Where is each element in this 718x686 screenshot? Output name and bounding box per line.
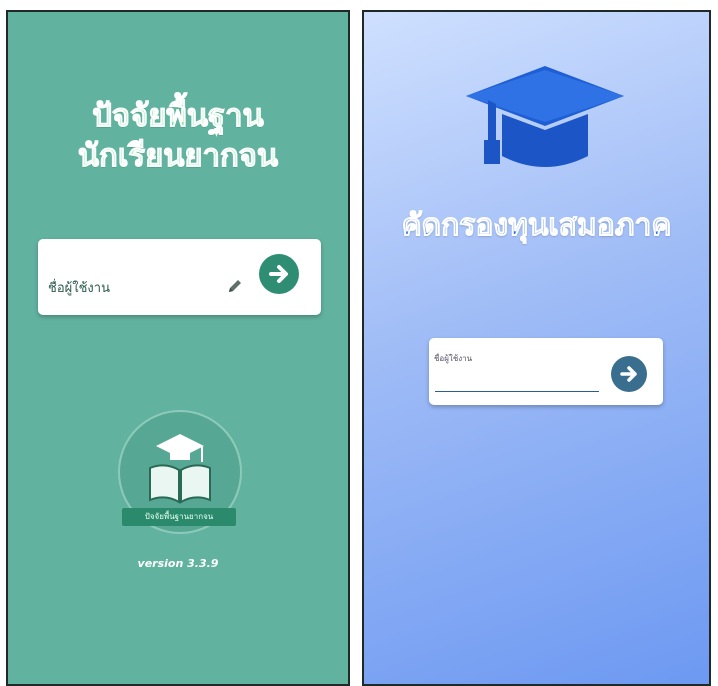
username-input[interactable] — [435, 391, 599, 392]
app-title-line1: ปัจจัยพื้นฐาน — [92, 98, 265, 135]
graduation-cap-icon — [460, 66, 630, 180]
login-card: ชื่อผู้ใช้งาน — [429, 338, 663, 405]
arrow-right-icon — [269, 265, 288, 283]
app-title: คัดกรองทุนเสมอภาค — [401, 208, 672, 244]
username-field[interactable]: ชื่อผู้ใช้งาน — [48, 277, 110, 298]
arrow-right-icon — [620, 366, 637, 382]
login-card: ชื่อผู้ใช้งาน — [38, 239, 321, 315]
submit-button[interactable] — [611, 356, 647, 392]
app-title-line2: นักเรียนยากจน — [77, 138, 279, 175]
left-app-screen: ปัจจัยพื้นฐาน นักเรียนยากจน ชื่อผู้ใช้งา… — [6, 10, 350, 686]
logo-ribbon: ปัจจัยพื้นฐานยากจน — [122, 508, 236, 526]
version-label: version 3.3.9 — [137, 557, 219, 570]
pencil-icon[interactable] — [226, 277, 244, 299]
username-label: ชื่อผู้ใช้งาน — [434, 354, 473, 363]
app-title: ปัจจัยพื้นฐาน นักเรียนยากจน — [8, 96, 348, 176]
submit-button[interactable] — [259, 254, 299, 294]
right-app-screen: คัดกรองทุนเสมอภาค ชื่อผู้ใช้งาน — [362, 10, 711, 686]
